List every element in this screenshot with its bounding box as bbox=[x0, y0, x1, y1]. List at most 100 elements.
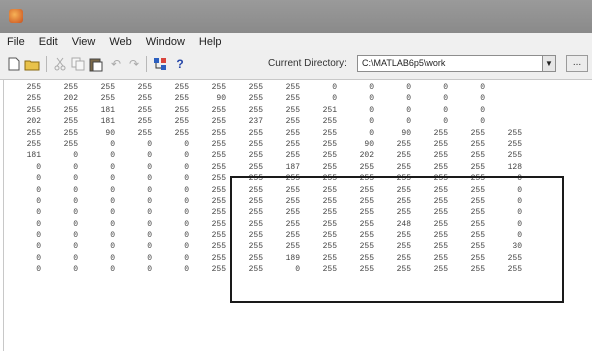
matrix-cell: 0 bbox=[184, 196, 189, 206]
matrix-cell: 255 bbox=[285, 151, 300, 161]
matrix-cell: 0 bbox=[443, 105, 448, 115]
matrix-cell: 255 bbox=[26, 94, 41, 104]
matrix-row: 255 255 0 0 0 255 255 255 255 90 255 255 255 255 bbox=[4, 139, 522, 150]
matrix-cell: 0 bbox=[147, 242, 152, 252]
matrix-cell: 0 bbox=[147, 219, 152, 229]
help-icon[interactable]: ? bbox=[172, 56, 188, 72]
matrix-cell: 255 bbox=[470, 128, 485, 138]
matrix-cell: 255 bbox=[507, 265, 522, 275]
matrix-cell: 255 bbox=[248, 265, 263, 275]
matrix-cell: 90 bbox=[105, 128, 115, 138]
matrix-cell: 255 bbox=[285, 117, 300, 127]
menu-view[interactable]: View bbox=[65, 36, 103, 48]
matrix-cell: 255 bbox=[396, 265, 411, 275]
matrix-cell: 255 bbox=[248, 231, 263, 241]
paste-icon[interactable] bbox=[88, 56, 104, 72]
redo-icon[interactable]: ↷ bbox=[126, 56, 142, 72]
matrix-cell: 255 bbox=[211, 219, 226, 229]
matrix-cell: 255 bbox=[137, 83, 152, 92]
matrix-cell: 255 bbox=[322, 231, 337, 241]
menu-window[interactable]: Window bbox=[139, 36, 192, 48]
matrix-cell bbox=[485, 105, 522, 116]
matrix-cell: 255 bbox=[211, 83, 226, 92]
menu-edit[interactable]: Edit bbox=[32, 36, 65, 48]
matrix-cell: 255 bbox=[322, 174, 337, 184]
matrix-cell: 0 bbox=[295, 265, 300, 275]
matrix-cell: 255 bbox=[433, 242, 448, 252]
matrix-cell: 0 bbox=[36, 208, 41, 218]
matrix-cell: 0 bbox=[184, 265, 189, 275]
matrix-cell: 255 bbox=[396, 253, 411, 263]
matrix-row: 0 0 0 0 0 255 255 187 255 255 255 255 255 128 bbox=[4, 162, 522, 173]
current-directory-label: Current Directory: bbox=[268, 58, 347, 69]
matrix-cell: 255 bbox=[26, 139, 41, 149]
matrix-cell: 0 bbox=[73, 208, 78, 218]
chevron-down-icon[interactable]: ▼ bbox=[542, 55, 556, 72]
matrix-cell: 255 bbox=[248, 105, 263, 115]
matrix-cell: 255 bbox=[322, 242, 337, 252]
matrix-cell: 0 bbox=[36, 219, 41, 229]
matrix-cell: 0 bbox=[110, 265, 115, 275]
matrix-cell: 0 bbox=[443, 83, 448, 92]
matrix-cell: 0 bbox=[480, 83, 485, 92]
browse-button[interactable]: ... bbox=[566, 55, 588, 72]
matrix-cell: 255 bbox=[285, 105, 300, 115]
title-bar bbox=[0, 0, 592, 33]
matrix-cell: 0 bbox=[184, 219, 189, 229]
simulink-icon[interactable] bbox=[152, 56, 168, 72]
matrix-cell: 0 bbox=[480, 94, 485, 104]
matrix-cell: 255 bbox=[359, 196, 374, 206]
matrix-cell: 255 bbox=[322, 265, 337, 275]
matrix-cell: 255 bbox=[396, 196, 411, 206]
matrix-cell: 0 bbox=[332, 83, 337, 92]
matrix-cell: 0 bbox=[369, 83, 374, 92]
matrix-cell: 0 bbox=[110, 253, 115, 263]
matrix-cell: 0 bbox=[184, 174, 189, 184]
matrix-cell: 0 bbox=[36, 231, 41, 241]
matrix-cell: 202 bbox=[63, 94, 78, 104]
cut-icon[interactable] bbox=[52, 56, 68, 72]
copy-icon[interactable] bbox=[70, 56, 86, 72]
matrix-cell: 255 bbox=[211, 105, 226, 115]
matrix-cell: 0 bbox=[36, 196, 41, 206]
matrix-cell: 255 bbox=[174, 117, 189, 127]
matrix-cell: 0 bbox=[184, 185, 189, 195]
matrix-cell: 255 bbox=[396, 242, 411, 252]
matrix-cell: 0 bbox=[517, 231, 522, 241]
matrix-cell: 255 bbox=[248, 83, 263, 92]
matrix-cell: 255 bbox=[285, 83, 300, 92]
matrix-cell: 0 bbox=[369, 128, 374, 138]
matrix-cell: 255 bbox=[285, 196, 300, 206]
matrix-cell: 0 bbox=[406, 117, 411, 127]
matrix-cell: 0 bbox=[517, 196, 522, 206]
matrix-cell: 90 bbox=[364, 139, 374, 149]
matrix-cell: 255 bbox=[26, 83, 41, 92]
matrix-cell: 255 bbox=[322, 139, 337, 149]
matrix-cell: 255 bbox=[248, 219, 263, 229]
matrix-cell: 255 bbox=[359, 242, 374, 252]
matrix-cell: 0 bbox=[517, 219, 522, 229]
menu-help[interactable]: Help bbox=[192, 36, 229, 48]
matrix-cell: 255 bbox=[248, 242, 263, 252]
matrix-cell: 0 bbox=[110, 242, 115, 252]
matrix-cell: 30 bbox=[512, 242, 522, 252]
matrix-cell: 255 bbox=[285, 174, 300, 184]
matrix-cell: 255 bbox=[137, 94, 152, 104]
current-directory-field[interactable]: C:\MATLAB6p5\work bbox=[357, 55, 551, 72]
matrix-cell: 0 bbox=[406, 105, 411, 115]
matrix-cell: 255 bbox=[211, 174, 226, 184]
open-folder-icon[interactable] bbox=[24, 56, 40, 72]
matrix-cell: 255 bbox=[433, 185, 448, 195]
new-file-icon[interactable] bbox=[6, 56, 22, 72]
matrix-cell: 255 bbox=[285, 128, 300, 138]
matrix-cell: 255 bbox=[211, 242, 226, 252]
matrix-cell: 255 bbox=[396, 151, 411, 161]
undo-icon[interactable]: ↶ bbox=[108, 56, 124, 72]
menu-file[interactable]: File bbox=[0, 36, 32, 48]
matrix-cell: 0 bbox=[36, 162, 41, 172]
matrix-cell: 255 bbox=[285, 208, 300, 218]
matrix-row: 0 0 0 0 0 255 255 255 255 255 255 255 255 30 bbox=[4, 241, 522, 252]
menu-web[interactable]: Web bbox=[102, 36, 138, 48]
matrix-cell: 255 bbox=[248, 151, 263, 161]
matrix-cell: 255 bbox=[248, 94, 263, 104]
